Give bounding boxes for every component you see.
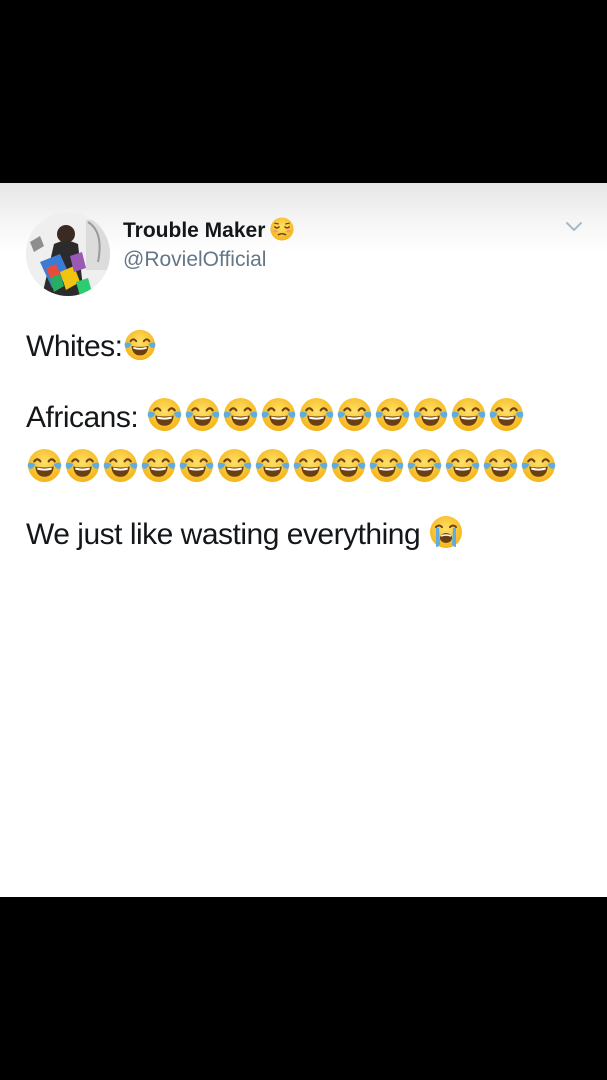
face-with-tears-of-joy-icon: [184, 396, 221, 433]
tweet-line-wasting: We just like wasting everything: [26, 514, 464, 552]
bottom-letterbox-bar: [0, 897, 607, 1080]
face-with-tears-of-joy-icon: [140, 447, 177, 484]
tweet-line-africans: Africans:: [26, 396, 526, 435]
face-with-tears-of-joy-icon: [488, 396, 525, 433]
face-with-tears-of-joy-icon: [450, 396, 487, 433]
avatar-image: [26, 212, 110, 296]
tweet-line-emoji-row: [26, 447, 558, 487]
face-with-tears-of-joy-icon: [222, 396, 259, 433]
face-with-tears-of-joy-icon: [216, 447, 253, 484]
face-with-tears-of-joy-icon: [298, 396, 335, 433]
face-with-tears-of-joy-icon: [254, 447, 291, 484]
top-letterbox-bar: [0, 0, 607, 183]
chevron-down-icon[interactable]: [564, 220, 584, 234]
face-with-tears-of-joy-icon: [482, 447, 519, 484]
face-with-tears-of-joy-icon: [368, 447, 405, 484]
africans-emoji-group: [146, 401, 526, 434]
africans-label: Africans:: [26, 401, 147, 434]
tweet-line-whites: Whites:: [26, 328, 157, 364]
face-with-tears-of-joy-icon: [123, 328, 157, 362]
author-handle[interactable]: @RovielOfficial: [123, 248, 266, 272]
author-name-row[interactable]: Trouble Maker: [123, 216, 295, 243]
face-with-tears-of-joy-icon: [146, 396, 183, 433]
wasting-text: We just like wasting everything: [26, 518, 428, 551]
face-with-tears-of-joy-icon: [336, 396, 373, 433]
loudly-crying-face-icon: [428, 514, 464, 550]
face-with-tears-of-joy-icon: [64, 447, 101, 484]
face-with-tears-of-joy-icon: [178, 447, 215, 484]
face-with-tears-of-joy-icon: [412, 396, 449, 433]
face-with-tears-of-joy-icon: [406, 447, 443, 484]
face-with-tears-of-joy-icon: [292, 447, 329, 484]
face-with-tears-of-joy-icon: [374, 396, 411, 433]
relieved-face-icon: [269, 216, 295, 242]
avatar[interactable]: [26, 212, 110, 296]
face-with-tears-of-joy-icon: [260, 396, 297, 433]
face-with-tears-of-joy-icon: [330, 447, 367, 484]
face-with-tears-of-joy-icon: [520, 447, 557, 484]
whites-label: Whites:: [26, 330, 123, 363]
author-name[interactable]: Trouble Maker: [123, 219, 265, 242]
face-with-tears-of-joy-icon: [102, 447, 139, 484]
face-with-tears-of-joy-icon: [444, 447, 481, 484]
face-with-tears-of-joy-icon: [26, 447, 63, 484]
